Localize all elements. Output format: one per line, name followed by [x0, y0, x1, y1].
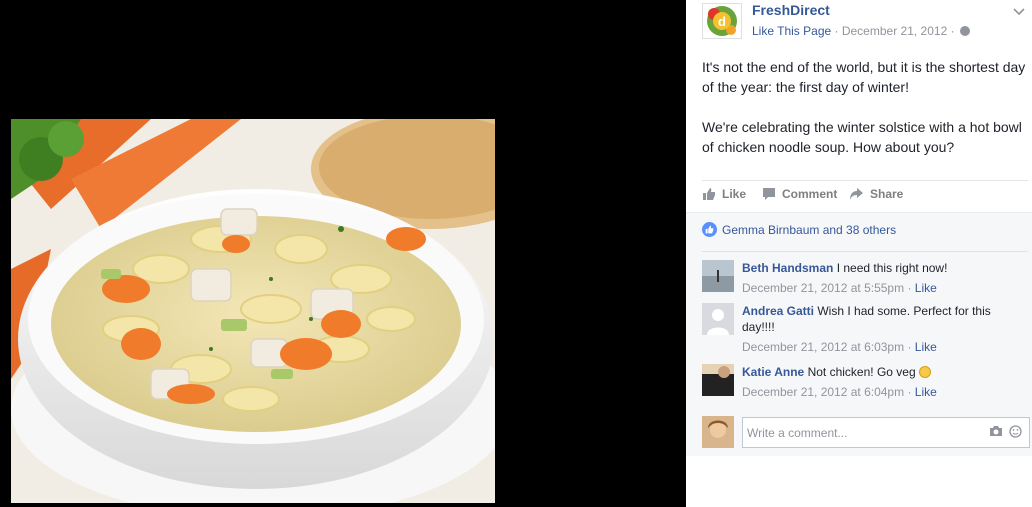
avatar[interactable] — [702, 260, 734, 292]
page-name[interactable]: FreshDirect — [752, 2, 830, 18]
comment-author[interactable]: Katie Anne — [742, 365, 804, 379]
comment-like-link[interactable]: Like — [915, 385, 937, 399]
like-button[interactable]: Like — [702, 187, 746, 201]
share-icon — [850, 188, 863, 200]
comment-author[interactable]: Beth Handsman — [742, 261, 833, 275]
input-icons — [989, 425, 1022, 438]
share-label: Share — [870, 187, 904, 201]
globe-icon — [959, 26, 970, 36]
avatar[interactable] — [702, 364, 734, 396]
divider — [702, 251, 1028, 252]
thumbs-up-icon — [703, 188, 715, 200]
svg-text:d: d — [718, 14, 726, 29]
chevron-down-icon[interactable] — [1012, 4, 1026, 18]
page-avatar-freshdirect[interactable]: d — [702, 3, 742, 39]
comment-text: Not chicken! Go veg — [807, 365, 916, 379]
post-date[interactable]: December 21, 2012 — [842, 24, 947, 38]
avatar — [702, 416, 734, 448]
comment-time[interactable]: December 21, 2012 at 6:04pm — [742, 385, 904, 399]
meta-separator: · — [831, 24, 842, 38]
post-meta: Like This Page · December 21, 2012 · — [752, 24, 970, 38]
avatar[interactable] — [702, 303, 734, 335]
camera-icon[interactable] — [989, 425, 1003, 437]
comment-composer — [702, 416, 1032, 450]
comment-text: I need this right now! — [836, 261, 948, 275]
likes-summary[interactable]: Gemma Birnbaum and 38 others — [702, 222, 896, 237]
post-paragraph: It's not the end of the world, but it is… — [702, 59, 1026, 95]
comment-label: Comment — [782, 187, 838, 201]
comment-input[interactable] — [742, 417, 1030, 448]
post-actions: Like Comment Share — [702, 180, 1028, 212]
post-header: d FreshDirect Like This Page · December … — [686, 0, 1032, 46]
post-paragraph: We're celebrating the winter solstice wi… — [702, 119, 1022, 155]
photo-viewer — [0, 0, 686, 507]
post-photo-chicken-noodle-soup[interactable] — [11, 119, 495, 503]
comment-like-link[interactable]: Like — [915, 281, 937, 295]
share-button[interactable]: Share — [849, 187, 903, 201]
comment-time[interactable]: December 21, 2012 at 6:03pm — [742, 340, 904, 354]
meta-separator: · — [947, 24, 958, 38]
comment-button[interactable]: Comment — [762, 187, 837, 201]
like-badge-icon — [702, 222, 717, 237]
like-label: Like — [722, 187, 747, 201]
comment-time[interactable]: December 21, 2012 at 5:55pm — [742, 281, 904, 295]
like-page-link[interactable]: Like This Page — [752, 24, 831, 38]
comment-like-link[interactable]: Like — [915, 340, 937, 354]
emoji-icon[interactable] — [1009, 425, 1022, 438]
smiley-icon — [918, 366, 931, 378]
comment-author[interactable]: Andrea Gatti — [742, 304, 814, 318]
post-message: It's not the end of the world, but it is… — [702, 57, 1028, 177]
likes-summary-text[interactable]: Gemma Birnbaum and 38 others — [722, 223, 896, 237]
comment-icon — [763, 188, 775, 200]
post-panel: d FreshDirect Like This Page · December … — [686, 0, 1032, 507]
